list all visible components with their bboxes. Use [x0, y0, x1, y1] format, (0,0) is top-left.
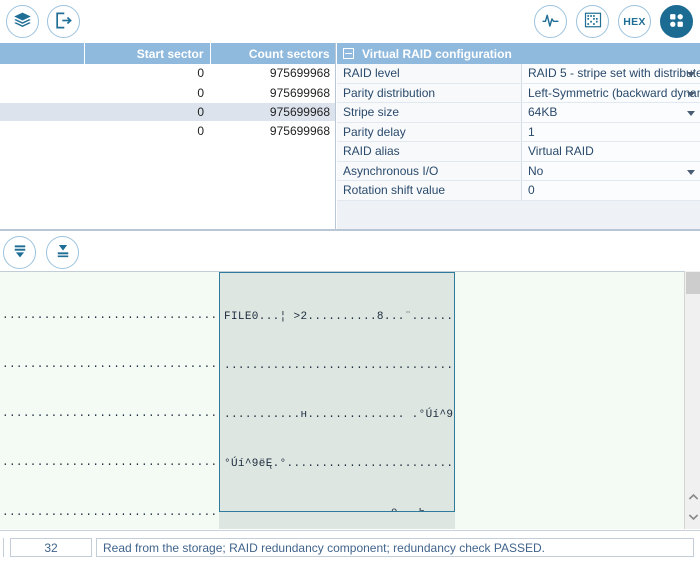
raid-recovery-window: HEX ID — [0, 0, 700, 570]
layers-icon — [13, 11, 32, 33]
property-key: Parity delay — [337, 122, 522, 141]
property-row-async-io[interactable]: Asynchronous I/O No — [337, 161, 700, 181]
column-header-id[interactable]: ID — [0, 43, 85, 64]
property-row-rotation-shift[interactable]: Rotation shift value 0 — [337, 181, 700, 201]
grid-matrix-icon — [584, 11, 602, 32]
cell-id: E2RYA — [0, 83, 84, 103]
viewer-scrollbar[interactable] — [684, 271, 700, 529]
property-key: Rotation shift value — [337, 181, 522, 200]
layers-button[interactable] — [6, 5, 39, 38]
column-header-count-sectors[interactable]: Count sectors — [210, 43, 335, 64]
waveform-button[interactable] — [534, 5, 567, 38]
table-header-row: ID Start sector Count sectors — [0, 43, 335, 64]
property-value-dropdown[interactable]: 64KB — [522, 103, 700, 122]
status-message: Read from the storage; RAID redundancy c… — [96, 538, 694, 557]
property-value[interactable]: Virtual RAID — [522, 142, 700, 161]
cell-count-sectors: 975699968 — [210, 121, 335, 141]
block-line: ......................................` — [224, 360, 454, 373]
raid-members-table-pane[interactable]: ID Start sector Count sectors 0Y9TA 0 97… — [0, 43, 336, 230]
selected-block-footer — [219, 512, 455, 529]
property-row-raid-alias[interactable]: RAID alias Virtual RAID — [337, 142, 700, 162]
property-value-dropdown[interactable]: RAID 5 - stripe set with distribute — [522, 64, 700, 83]
upper-panes: ID Start sector Count sectors 0Y9TA 0 97… — [0, 43, 700, 230]
cell-start-sector: 0 — [84, 102, 210, 122]
block-line: °Úí^9ёĘ.°......................... — [224, 458, 455, 471]
property-key: RAID level — [337, 64, 522, 83]
scrollbar-thumb[interactable] — [686, 272, 700, 294]
cell-count-sectors: 975699968 — [210, 102, 335, 122]
scroll-up-icon[interactable] — [687, 491, 699, 503]
cell-id: GBMSA — [0, 102, 84, 122]
toolbar-left-group — [6, 5, 80, 38]
main-toolbar: HEX — [0, 0, 700, 43]
table-row[interactable]: 0Y9TA 0 975699968 — [0, 64, 335, 84]
toolbar-right-group: HEX — [534, 5, 693, 38]
selected-data-block[interactable]: FILE0...¦ >2..........8...¨........ ....… — [219, 272, 455, 512]
hex-button[interactable]: HEX — [618, 5, 651, 38]
property-key: Stripe size — [337, 103, 522, 122]
viewer-toolbar — [0, 232, 700, 272]
cell-start-sector: 0 — [84, 83, 210, 103]
column-header-start-sector[interactable]: Start sector — [84, 43, 211, 64]
block-grid-button[interactable] — [660, 5, 693, 38]
horizontal-splitter[interactable] — [0, 229, 700, 231]
property-key: Asynchronous I/O — [337, 161, 522, 180]
status-bar: 32 Read from the storage; RAID redundanc… — [0, 530, 700, 570]
property-row-parity-distribution[interactable]: Parity distribution Left-Symmetric (back… — [337, 83, 700, 103]
property-value[interactable]: 1 — [522, 122, 700, 141]
table-row[interactable]: E2RYA 0 975699968 — [0, 83, 335, 103]
viewer-toolbar-group — [3, 236, 79, 269]
property-key: Parity distribution — [337, 83, 522, 102]
raid-config-panel: Virtual RAID configuration RAID level RA… — [337, 43, 700, 230]
collapse-down-icon — [11, 242, 29, 263]
jump-bottom-button[interactable] — [46, 236, 79, 269]
status-left-edge — [0, 538, 4, 557]
raid-members-table: ID Start sector Count sectors 0Y9TA 0 97… — [0, 43, 335, 141]
export-button[interactable] — [47, 5, 80, 38]
cell-id: 0Y9TA — [0, 64, 84, 84]
jump-bottom-icon — [54, 242, 72, 263]
raid-config-title: Virtual RAID configuration — [362, 46, 512, 61]
cell-count-sectors: 975699968 — [210, 83, 335, 103]
export-icon — [54, 11, 73, 33]
block-line: FILE0...¦ >2..........8...¨........ — [224, 310, 455, 323]
waveform-icon — [541, 11, 560, 33]
property-value-dropdown[interactable]: Left-Symmetric (backward dynam — [522, 83, 700, 102]
collapse-minus-icon[interactable] — [343, 48, 354, 59]
table-body: 0Y9TA 0 975699968 E2RYA 0 975699968 GBMS… — [0, 64, 335, 141]
property-value-dropdown[interactable]: No — [522, 161, 700, 180]
table-row[interactable]: WTPHA 0 975699968 — [0, 121, 335, 141]
table-row-selected[interactable]: GBMSA 0 975699968 — [0, 102, 335, 122]
property-key: RAID alias — [337, 142, 522, 161]
cell-id: WTPHA — [0, 121, 84, 141]
matrix-button[interactable] — [576, 5, 609, 38]
property-row-stripe-size[interactable]: Stripe size 64KB — [337, 103, 700, 123]
hex-text-viewer[interactable]: ........................................… — [0, 271, 700, 529]
raid-config-header[interactable]: Virtual RAID configuration — [337, 43, 700, 64]
property-row-raid-level[interactable]: RAID level RAID 5 - stripe set with dist… — [337, 64, 700, 84]
status-count: 32 — [10, 538, 92, 557]
block-line: ........................0...h... — [224, 506, 454, 511]
property-row-parity-delay[interactable]: Parity delay 1 — [337, 122, 700, 142]
cell-start-sector: 0 — [84, 64, 210, 84]
block-line: ...........н.............. .°Úí^9ёĘ. — [224, 409, 455, 422]
hex-icon: HEX — [623, 15, 646, 28]
cell-count-sectors: 975699968 — [210, 64, 335, 84]
property-value[interactable]: 0 — [522, 181, 700, 200]
block-grid-icon — [668, 12, 685, 32]
scroll-down-icon[interactable] — [687, 511, 699, 523]
cell-start-sector: 0 — [84, 121, 210, 141]
property-grid-filler — [337, 200, 700, 230]
collapse-down-button[interactable] — [3, 236, 36, 269]
